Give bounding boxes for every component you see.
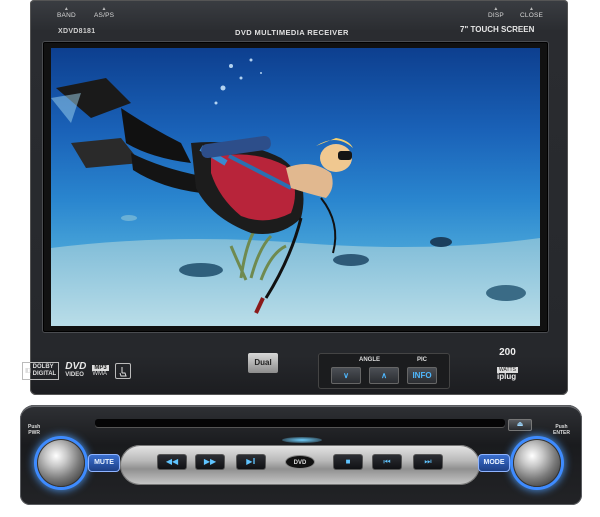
disp-button[interactable]: ▲ DISP	[488, 6, 504, 19]
push-enter-line2: ENTER	[553, 430, 570, 436]
close-label: CLOSE	[520, 12, 544, 19]
as-ps-button[interactable]: ▲ AS/PS	[94, 6, 114, 19]
angle-label: ANGLE	[359, 357, 380, 363]
info-button[interactable]: INFO	[407, 367, 437, 384]
brand-logo: Dual	[248, 353, 278, 373]
product-subtitle: DVD MULTIMEDIA RECEIVER	[235, 28, 349, 37]
volume-power-knob[interactable]	[37, 439, 85, 487]
screen-size-value: 7"	[460, 25, 469, 34]
dolby-logo: ◧ DOLBY DIGITAL	[22, 362, 60, 380]
enter-knob[interactable]	[513, 439, 561, 487]
previous-track-button[interactable]: ⏮	[372, 454, 402, 470]
dvd-logo-sub: VIDEO	[65, 372, 84, 378]
screen-bezel	[43, 42, 548, 332]
as-ps-label: AS/PS	[94, 12, 115, 19]
angle-up-button[interactable]: ∧	[369, 367, 399, 384]
dolby-line1: DOLBY	[32, 364, 54, 370]
dvd-badge: DVD	[285, 455, 315, 469]
iplug-logo: iplug	[497, 372, 517, 381]
disc-slot	[95, 419, 505, 427]
disp-label: DISP	[488, 12, 504, 19]
push-pwr-line2: PWR	[28, 430, 40, 436]
dvd-logo-text: DVD	[65, 361, 87, 372]
touch-hand-icon	[114, 363, 131, 379]
mute-button[interactable]: MUTE	[88, 454, 120, 472]
format-logos: ◧ DOLBY DIGITAL DVD VIDEO MP3 WMA	[22, 362, 131, 380]
dolby-icon: ◧	[25, 367, 31, 374]
screen-size-label: 7" TOUCH SCREEN	[460, 25, 534, 34]
angle-down-button[interactable]: ∨	[331, 367, 361, 384]
close-button[interactable]: ▲ CLOSE	[520, 6, 543, 19]
monitor-panel: ▲ BAND ▲ AS/PS ▲ DISP ▲ CLOSE XDVD8181 D…	[30, 0, 568, 395]
underwater-diver-image	[51, 58, 540, 326]
rewind-button[interactable]: ◀◀	[157, 454, 187, 470]
mp3-wma-logo: MP3 WMA	[92, 365, 109, 377]
band-label: BAND	[57, 12, 76, 19]
dolby-text: DOLBY DIGITAL	[33, 364, 57, 378]
wma-text: WMA	[92, 371, 108, 377]
slot-light	[282, 437, 322, 443]
touch-screen-text: TOUCH SCREEN	[470, 25, 535, 34]
monitor-control-panel: ANGLE PIC ∨ ∧ INFO	[318, 353, 450, 389]
mode-button[interactable]: MODE	[478, 454, 510, 472]
dolby-line2: DIGITAL	[32, 371, 57, 377]
pic-label: PIC	[417, 357, 428, 363]
stop-button[interactable]: ■	[333, 454, 363, 470]
push-pwr-label: Push PWR	[28, 424, 40, 436]
power-value: 200	[499, 347, 516, 358]
next-track-button[interactable]: ⏭	[413, 454, 443, 470]
fast-forward-button[interactable]: ▶▶	[195, 454, 225, 470]
band-button[interactable]: ▲ BAND	[57, 6, 76, 19]
model-number: XDVD8181	[58, 28, 96, 35]
eject-button[interactable]: ⏏	[508, 419, 532, 431]
dvd-logo: DVD VIDEO	[65, 361, 87, 379]
touch-screen[interactable]	[51, 48, 540, 326]
push-enter-label: Push ENTER	[553, 424, 570, 436]
play-pause-button[interactable]: ▶‖	[236, 454, 266, 470]
